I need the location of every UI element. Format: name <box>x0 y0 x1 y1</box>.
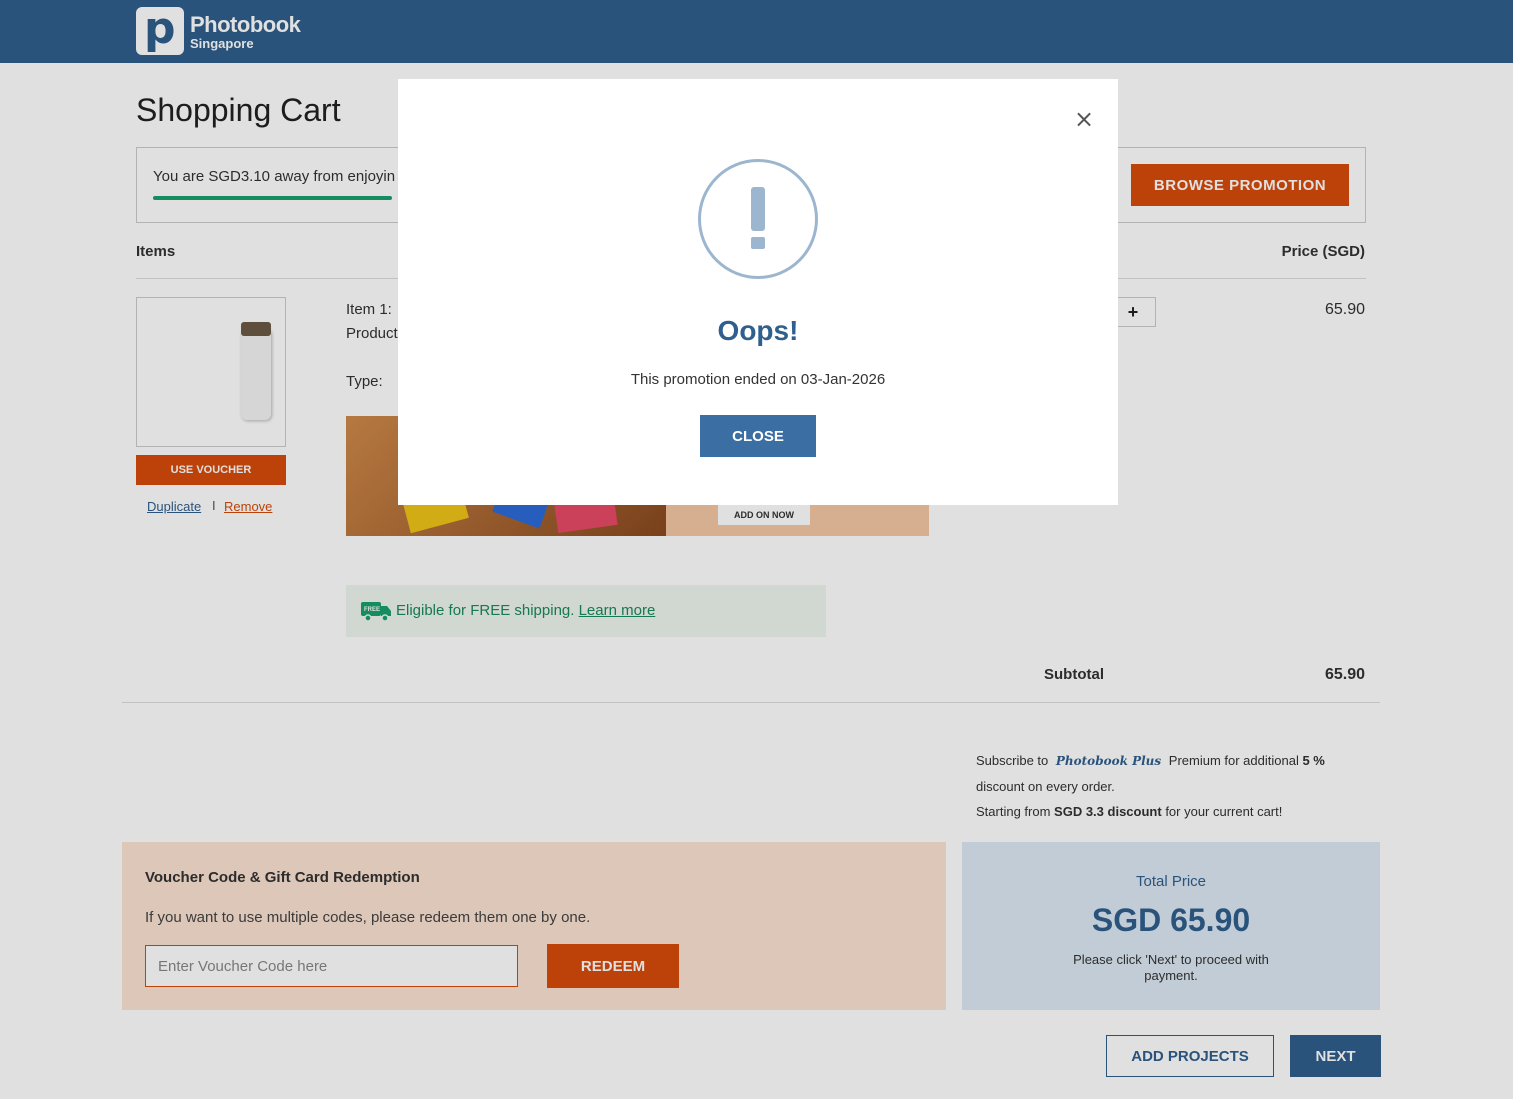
exclamation-dot <box>751 237 765 249</box>
exclamation-bar <box>751 187 765 231</box>
exclamation-circle-icon <box>698 159 818 279</box>
close-icon[interactable]: × <box>1072 107 1096 131</box>
dialog-title: Oops! <box>717 315 799 346</box>
dialog-close-button[interactable]: CLOSE <box>700 415 816 457</box>
dialog-message: This promotion ended on 03-Jan-2026 <box>630 371 886 388</box>
promotion-ended-dialog: × Oops! This promotion ended on 03-Jan-2… <box>398 79 1118 505</box>
